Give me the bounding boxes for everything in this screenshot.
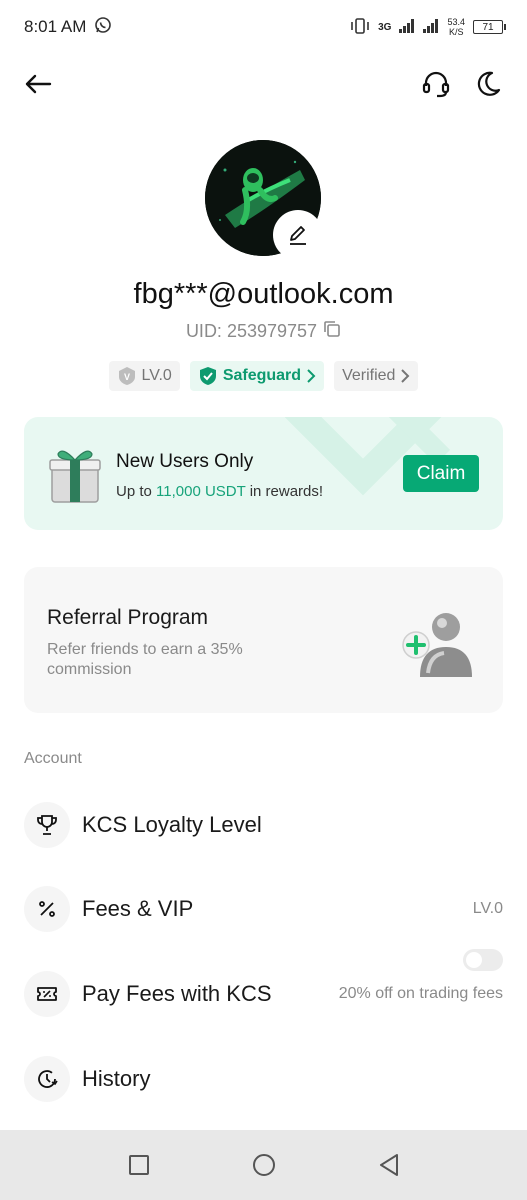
account-email: fbg***@outlook.com	[133, 278, 394, 310]
referral-program-card[interactable]: Referral Program Refer friends to earn a…	[24, 567, 503, 713]
vibrate-icon	[350, 17, 370, 37]
pencil-icon	[290, 226, 306, 245]
promo-sub-prefix: Up to	[116, 483, 157, 500]
safeguard-badge[interactable]: Safeguard	[189, 361, 325, 391]
level-badge[interactable]: V LV.0	[108, 361, 180, 391]
menu-item-history[interactable]: History	[24, 1056, 503, 1102]
badge-row: V LV.0 Safeguard Verified	[0, 361, 527, 391]
menu-label-pay-fees-with-kcs: Pay Fees with KCS	[82, 981, 272, 1006]
add-user-icon	[402, 613, 472, 677]
status-time: 8:01 AM	[24, 17, 87, 36]
promo-amount: 11,000 USDT	[156, 483, 246, 500]
avatar-container	[205, 140, 323, 260]
pay-fees-kcs-toggle[interactable]	[463, 949, 503, 971]
percent-icon	[24, 886, 70, 932]
speed-value: 53.4	[447, 17, 465, 27]
recent-apps-button[interactable]	[127, 1153, 151, 1177]
uid-text: UID: 253979757	[185, 321, 318, 341]
arrow-left-icon	[25, 74, 52, 94]
network-type: 3G	[378, 21, 392, 33]
gift-icon	[49, 450, 101, 503]
copy-icon[interactable]	[323, 320, 341, 343]
level-shield-icon: V	[118, 367, 135, 385]
safeguard-label: Safeguard	[222, 367, 302, 384]
top-nav	[0, 62, 527, 108]
level-badge-label: LV.0	[141, 367, 172, 384]
promo-title: New Users Only	[116, 451, 254, 472]
referral-title: Referral Program	[47, 606, 209, 629]
chevron-right-icon	[401, 369, 410, 383]
pay-fees-kcs-note: 20% off on trading fees	[338, 985, 503, 1002]
account-section-label: Account	[24, 750, 82, 767]
battery-icon: 71	[473, 20, 506, 34]
menu-item-fees-vip[interactable]: Fees & VIP LV.0	[24, 886, 503, 932]
svg-text:V: V	[124, 372, 130, 382]
ticket-icon	[24, 971, 70, 1017]
theme-toggle-button[interactable]	[472, 68, 504, 100]
menu-label-fees-vip: Fees & VIP	[82, 896, 194, 921]
system-nav-bar	[0, 1130, 527, 1200]
battery-level: 71	[482, 21, 494, 33]
menu-item-kcs-loyalty-level[interactable]: KCS Loyalty Level	[24, 802, 503, 848]
history-icon	[24, 1056, 70, 1102]
signal-icon-2	[423, 18, 439, 36]
back-button[interactable]	[22, 68, 54, 100]
network-speed: 53.4 K/S	[447, 17, 465, 37]
new-user-promo-banner[interactable]: New Users Only Up to 11,000 USDT in rewa…	[24, 417, 503, 530]
promo-sub-suffix: in rewards!	[245, 483, 324, 500]
vip-level-value: LV.0	[472, 900, 503, 917]
home-button[interactable]	[251, 1152, 277, 1178]
menu-label-history: History	[82, 1066, 151, 1091]
edit-avatar-button[interactable]	[273, 210, 323, 260]
status-bar: 8:01 AM 3G 53.4 K/S 71	[0, 0, 527, 54]
menu-label-kcs-loyalty-level: KCS Loyalty Level	[82, 812, 262, 837]
headset-icon	[422, 71, 450, 98]
shield-check-icon	[199, 367, 216, 385]
chevron-right-icon	[307, 369, 316, 383]
support-button[interactable]	[420, 68, 452, 100]
verified-badge[interactable]: Verified	[334, 361, 419, 391]
signal-icon	[399, 18, 415, 36]
whatsapp-icon	[94, 16, 112, 39]
uid-row: UID: 253979757	[0, 320, 527, 343]
referral-description: Refer friends to earn a 35% commission	[47, 641, 243, 678]
trophy-icon	[24, 802, 70, 848]
speed-unit: K/S	[448, 27, 464, 37]
promo-subtitle: Up to 11,000 USDT in rewards!	[116, 483, 323, 500]
moon-icon	[477, 71, 501, 96]
menu-item-pay-fees-with-kcs[interactable]: Pay Fees with KCS 20% off on trading fee…	[24, 949, 503, 1017]
back-nav-button[interactable]	[377, 1152, 401, 1178]
verified-label: Verified	[342, 367, 396, 384]
claim-button[interactable]: Claim	[403, 455, 479, 492]
